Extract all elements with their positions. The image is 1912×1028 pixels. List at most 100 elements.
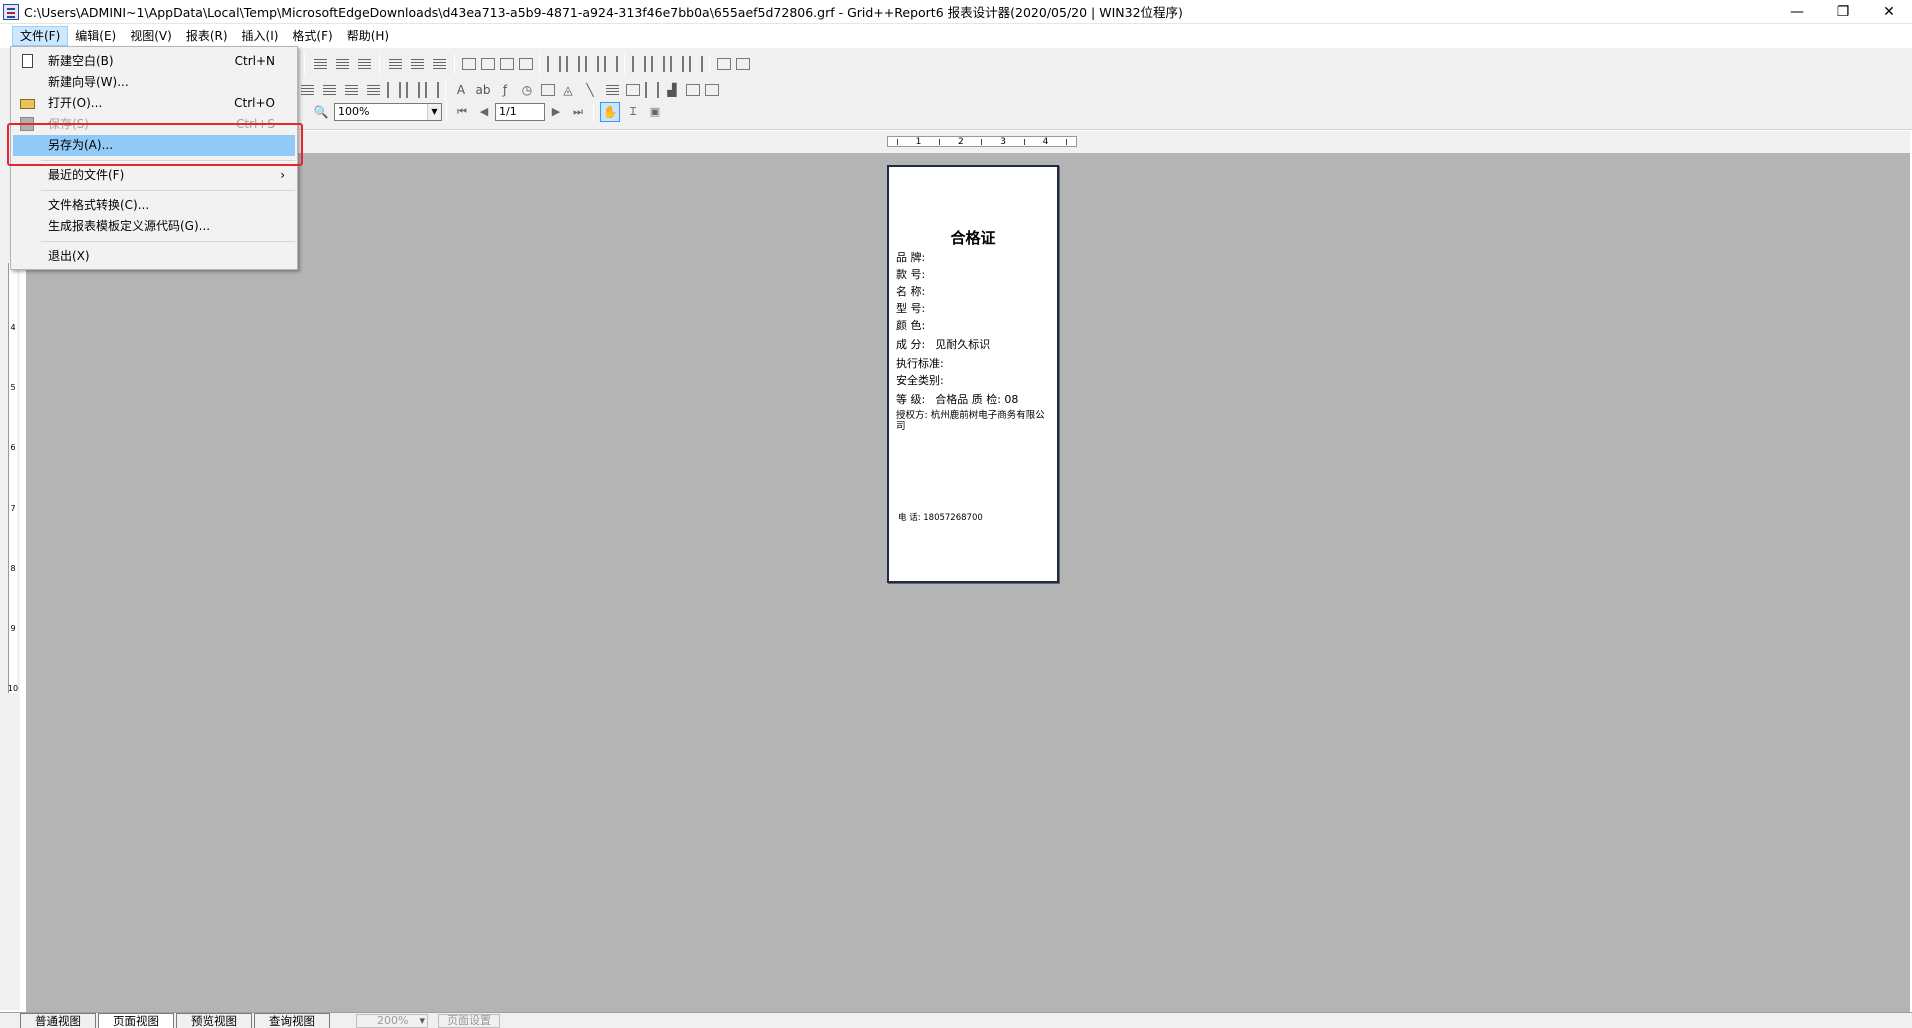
align-right-icon[interactable] (356, 56, 373, 72)
picture-icon[interactable] (625, 84, 640, 96)
minimize-button[interactable]: — (1774, 0, 1820, 24)
toolbar-separator (454, 54, 455, 74)
menu-insert[interactable]: 插入(I) (235, 26, 286, 46)
report-page[interactable]: 合格证 品 牌: 款 号: 名 称: 型 号: 颜 色: 成 分: 见耐久标识 执… (887, 165, 1059, 583)
tab-preview-view[interactable]: 预览视图 (176, 1013, 252, 1028)
menu-open[interactable]: 打开(O)... Ctrl+O (13, 93, 295, 114)
system-var-icon[interactable]: ◷ (519, 82, 536, 98)
select-tool-icon[interactable]: ▣ (647, 104, 663, 120)
ruler-mark: 4 (1042, 136, 1049, 147)
align-top-icon[interactable] (387, 56, 404, 72)
page-number-field[interactable]: 1/1 (495, 103, 545, 121)
increase-h-spacing-icon[interactable] (565, 56, 580, 72)
vertical-spacing-icon[interactable] (631, 56, 646, 72)
remove-h-spacing-icon[interactable] (603, 56, 618, 72)
tab-query-view[interactable]: 查询视图 (254, 1013, 330, 1028)
text-center-icon[interactable] (321, 82, 338, 98)
menu-format[interactable]: 格式(F) (285, 26, 339, 46)
field-style-no[interactable]: 款 号: (896, 266, 1053, 283)
menu-view[interactable]: 视图(V) (123, 26, 179, 46)
menu-help[interactable]: 帮助(H) (340, 26, 396, 46)
menu-format-convert[interactable]: 文件格式转换(C)... (13, 195, 295, 216)
decrease-v-spacing-icon[interactable] (669, 56, 684, 72)
field-authorizer[interactable]: 授权方: 杭州鹿前树电子商务有限公司 (896, 410, 1047, 432)
tab-normal-view[interactable]: 普通视图 (20, 1013, 96, 1028)
first-page-icon[interactable]: ⏮ (454, 104, 470, 120)
chart-icon[interactable]: ▟ (664, 82, 681, 98)
toolbar-separator (446, 102, 447, 122)
menu-new-wizard[interactable]: 新建向导(W)... (13, 72, 295, 93)
align-bottom-icon[interactable] (431, 56, 448, 72)
text-top-icon[interactable] (386, 82, 401, 98)
same-width-icon[interactable] (461, 58, 476, 70)
menu-generate-code[interactable]: 生成报表模板定义源代码(G)... (13, 216, 295, 237)
report-title[interactable]: 合格证 (889, 227, 1057, 248)
free-grid-icon[interactable] (685, 84, 700, 96)
menu-bar: 文件(F) 编辑(E) 视图(V) 报表(R) 插入(I) 格式(F) 帮助(H… (0, 24, 1912, 48)
chevron-down-icon[interactable]: ▼ (427, 104, 441, 120)
shape-icon[interactable]: ◬ (560, 82, 577, 98)
bring-to-front-icon[interactable] (716, 58, 731, 70)
text-bottom-icon[interactable] (424, 82, 439, 98)
menu-recent-files[interactable]: 最近的文件(F) › (13, 165, 295, 186)
zoom-icon[interactable]: 🔍 (313, 104, 330, 120)
report-canvas[interactable]: 合格证 品 牌: 款 号: 名 称: 型 号: 颜 色: 成 分: 见耐久标识 执… (26, 153, 1910, 1012)
horizontal-spacing-icon[interactable] (546, 56, 561, 72)
ruler-tick (1066, 138, 1068, 145)
menu-edit[interactable]: 编辑(E) (68, 26, 123, 46)
ruler-mark: 2 (957, 136, 964, 147)
maximize-button[interactable]: ❐ (1820, 0, 1866, 24)
same-height-icon[interactable] (480, 58, 495, 70)
same-size-icon[interactable] (499, 58, 514, 70)
field-brand[interactable]: 品 牌: (896, 249, 1053, 266)
remove-v-spacing-icon[interactable] (688, 56, 703, 72)
field-phone[interactable]: 电 话: 18057268700 (898, 511, 983, 523)
line-icon[interactable]: ╲ (582, 82, 599, 98)
decrease-h-spacing-icon[interactable] (584, 56, 599, 72)
ruler-mark: 5 (10, 383, 16, 393)
prev-page-icon[interactable]: ◀ (476, 104, 492, 120)
static-text-icon[interactable]: A (453, 82, 470, 98)
ruler-mark: 8 (10, 563, 16, 573)
field-standard[interactable]: 执行标准: (896, 355, 1053, 372)
formula-icon[interactable]: ƒ (497, 82, 514, 98)
sub-report-icon[interactable] (704, 84, 719, 96)
field-model[interactable]: 型 号: (896, 300, 1053, 317)
hand-tool-icon[interactable]: ✋ (600, 102, 620, 122)
align-middle-icon[interactable] (409, 56, 426, 72)
center-page-icon[interactable] (518, 58, 533, 70)
send-to-back-icon[interactable] (735, 58, 750, 70)
menu-separator (41, 241, 295, 242)
barcode-icon[interactable] (644, 82, 659, 98)
align-left-icon[interactable] (312, 56, 329, 72)
menu-file[interactable]: 文件(F) (12, 26, 69, 46)
field-safety-class[interactable]: 安全类别: (896, 372, 1053, 389)
menu-report[interactable]: 报表(R) (179, 26, 235, 46)
field-grade[interactable]: 等 级: 合格品 质 检: 08 (896, 391, 1053, 408)
text-vcenter-icon[interactable] (405, 82, 420, 98)
increase-v-spacing-icon[interactable] (650, 56, 665, 72)
zoom-select[interactable]: 100% ▼ (334, 103, 442, 121)
memo-box-icon[interactable] (540, 84, 555, 96)
window-title: C:\Users\ADMINI~1\AppData\Local\Temp\Mic… (24, 5, 1183, 20)
status-zoom: 200% 页面设置 (356, 1013, 500, 1028)
text-cursor-icon[interactable]: Ɪ (625, 104, 641, 120)
field-name[interactable]: 名 称: (896, 283, 1053, 300)
text-justify-icon[interactable] (365, 82, 382, 98)
highlight-annotation (7, 123, 303, 166)
toolbar-separator (709, 54, 710, 74)
last-page-icon[interactable]: ⏭ (570, 104, 586, 120)
menu-label: 最近的文件(F) (48, 168, 125, 182)
field-composition[interactable]: 成 分: 见耐久标识 (896, 336, 1053, 353)
menu-exit[interactable]: 退出(X) (13, 246, 295, 267)
text-left-icon[interactable] (299, 82, 316, 98)
menu-new-blank[interactable]: 新建空白(B) Ctrl+N (13, 51, 295, 72)
tab-page-view[interactable]: 页面视图 (98, 1013, 174, 1028)
next-page-icon[interactable]: ▶ (548, 104, 564, 120)
field-color[interactable]: 颜 色: (896, 317, 1053, 334)
rich-text-icon[interactable] (604, 82, 621, 98)
field-box-icon[interactable]: ab (475, 82, 492, 98)
text-right-icon[interactable] (343, 82, 360, 98)
close-button[interactable]: ✕ (1866, 0, 1912, 24)
align-center-icon[interactable] (334, 56, 351, 72)
